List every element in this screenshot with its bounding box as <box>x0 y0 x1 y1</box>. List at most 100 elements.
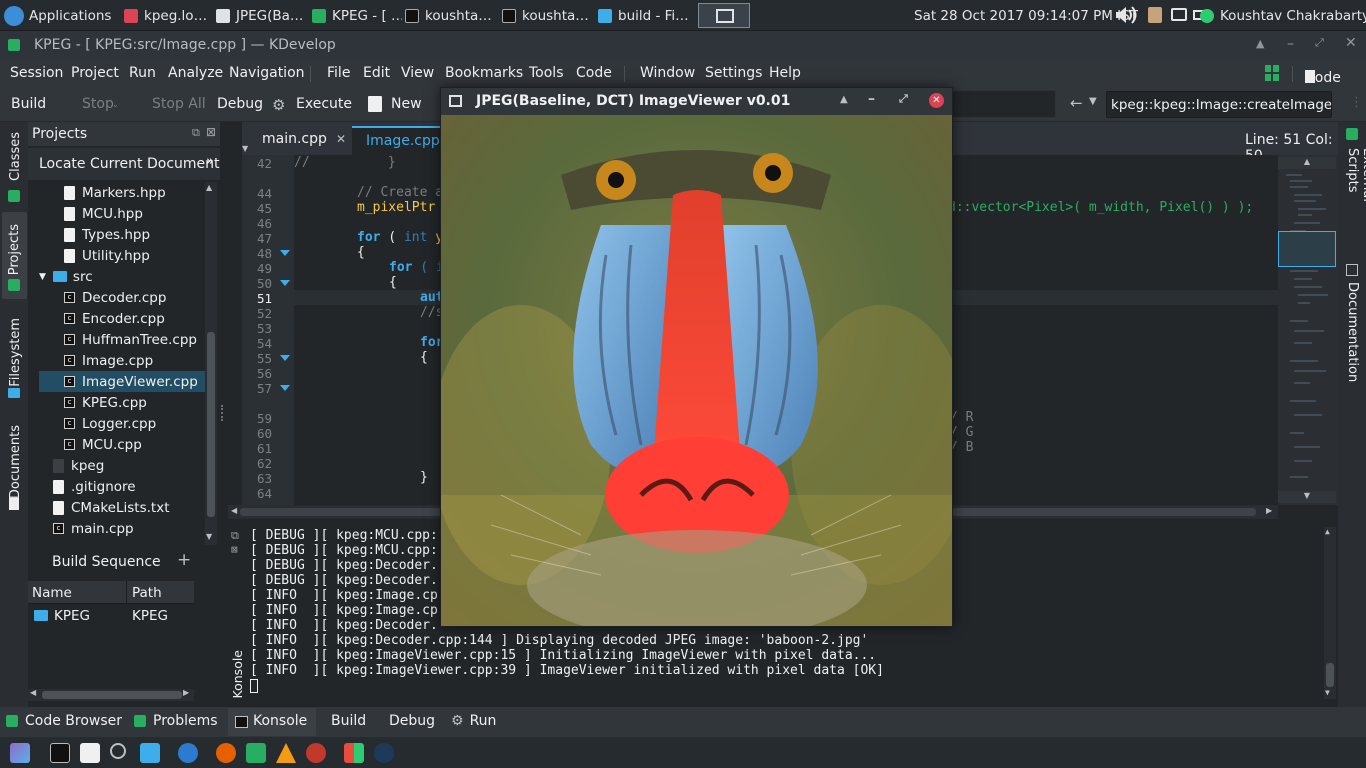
maximize-icon[interactable]: ⤢ <box>1315 36 1324 50</box>
tree-item[interactable]: c KPEG.cpp <box>64 392 147 413</box>
task-file-manager[interactable]: build - Fi… <box>598 5 690 27</box>
fold-arrow-icon[interactable] <box>280 280 290 286</box>
tree-item[interactable]: Utility.hpp <box>64 245 150 266</box>
float-panel-icon[interactable]: ⧉ <box>231 529 239 543</box>
column-path[interactable]: Path <box>132 585 162 601</box>
applications-menu[interactable]: Applications <box>4 5 111 27</box>
horizontal-scrollbar[interactable]: ◀ ▶ <box>28 688 194 701</box>
clipboard-icon[interactable] <box>1148 7 1162 23</box>
scrollbar-thumb[interactable] <box>1326 663 1334 687</box>
task-kdevelop[interactable]: KPEG - [ … <box>312 5 402 27</box>
tree-item[interactable]: kpeg <box>53 455 104 476</box>
close-panel-icon[interactable]: ⊠ <box>231 543 238 556</box>
tree-item[interactable]: c Logger.cpp <box>64 413 156 434</box>
execute-button[interactable]: Execute <box>296 96 352 112</box>
tab-image-cpp[interactable]: Image.cpp <box>352 126 440 155</box>
tool-run[interactable]: ⚙ Run <box>451 713 496 729</box>
menu-window[interactable]: Window <box>640 65 695 81</box>
menu-project[interactable]: Project <box>71 65 119 81</box>
minimize-icon[interactable]: – <box>1287 36 1294 52</box>
mail-icon[interactable] <box>80 743 100 763</box>
menu-navigation[interactable]: Navigation <box>229 65 305 81</box>
keep-above-icon[interactable]: ▲ <box>840 94 848 105</box>
terminal-icon[interactable] <box>50 743 70 763</box>
tree-item[interactable]: c Encoder.cpp <box>64 308 165 329</box>
image-viewer-window[interactable]: JPEG(Baseline, DCT) ImageViewer v0.01 ▲ … <box>440 87 953 627</box>
tree-item[interactable]: CMakeLists.txt <box>53 497 170 518</box>
scroll-right-icon[interactable]: ▶ <box>1266 506 1272 515</box>
scroll-up-icon[interactable]: ▲ <box>1325 527 1330 536</box>
close-icon[interactable]: ✕ <box>1345 35 1357 51</box>
task-imageviewer[interactable]: JPEG(Ba… <box>216 5 308 27</box>
new-button[interactable]: New <box>391 96 422 112</box>
tab-documents[interactable]: Documents <box>3 420 26 514</box>
history-dropdown-icon[interactable]: ▼ <box>1089 96 1097 107</box>
scrollbar-thumb[interactable] <box>207 332 215 517</box>
vlc-icon[interactable] <box>276 743 296 763</box>
stop-button[interactable]: Stop <box>82 96 114 112</box>
add-icon[interactable]: + <box>177 550 191 570</box>
menu-view[interactable]: View <box>401 65 434 81</box>
console-scrollbar[interactable]: ▲ ▼ <box>1324 527 1336 699</box>
area-switch-icon[interactable] <box>1265 65 1279 81</box>
locate-document-button[interactable]: Locate Current Document » <box>28 148 220 180</box>
tab-filesystem[interactable]: Filesystem <box>3 314 26 404</box>
user-switcher[interactable]: Koushtav Chakrabarty <box>1200 5 1366 27</box>
tool-code-browser[interactable]: Code Browser <box>6 713 122 729</box>
scroll-down-icon[interactable]: ▼ <box>1278 491 1336 503</box>
float-panel-icon[interactable]: ⧉ <box>192 126 200 140</box>
scroll-up-icon[interactable]: ▲ <box>1278 157 1336 169</box>
toolbar-field[interactable] <box>950 90 1056 118</box>
scroll-down-icon[interactable]: ▼ <box>1325 688 1330 697</box>
scrollbar-thumb[interactable] <box>42 691 182 699</box>
tool-debug[interactable]: Debug <box>389 713 435 729</box>
browser-icon[interactable] <box>178 743 198 763</box>
stop-all-button[interactable]: Stop All <box>152 96 206 112</box>
close-panel-icon[interactable]: ⊠ <box>206 125 216 139</box>
tab-external-scripts[interactable]: External Scripts <box>1340 124 1366 244</box>
menu-bookmarks[interactable]: Bookmarks <box>445 65 523 81</box>
tree-item[interactable]: c HuffmanTree.cpp <box>64 329 197 350</box>
build-button[interactable]: Build <box>11 96 46 112</box>
tab-projects[interactable]: Projects <box>2 212 27 299</box>
scroll-left-icon[interactable]: ◀ <box>231 506 237 515</box>
tree-item[interactable]: .gitignore <box>53 476 136 497</box>
maximize-icon[interactable]: ⤢ <box>899 92 908 106</box>
tree-item[interactable]: c Image.cpp <box>64 350 153 371</box>
column-name[interactable]: Name <box>32 585 72 601</box>
menu-settings[interactable]: Settings <box>705 65 762 81</box>
kdevelop-icon[interactable] <box>246 743 266 763</box>
tree-item-selected[interactable]: c ImageViewer.cpp <box>39 371 206 392</box>
splitter-handle[interactable] <box>221 405 224 421</box>
scroll-left-icon[interactable]: ◀ <box>30 688 36 697</box>
tab-main-cpp[interactable]: main.cpp ✕ <box>248 126 352 155</box>
fold-arrow-icon[interactable] <box>280 250 290 256</box>
tab-documentation[interactable]: Documentation <box>1340 262 1364 382</box>
back-arrow-icon[interactable]: ← <box>1070 94 1083 112</box>
scroll-right-icon[interactable]: ▶ <box>183 688 189 697</box>
fold-arrow-icon[interactable] <box>280 355 290 361</box>
table-row[interactable]: KPEG KPEG <box>28 605 194 627</box>
debug-button[interactable]: Debug <box>217 96 263 112</box>
editor-minimap[interactable]: ▲ ▼ <box>1278 155 1338 505</box>
tree-folder-src[interactable]: ▼ src <box>39 266 93 287</box>
tree-item[interactable]: c main.cpp <box>53 518 134 539</box>
viewer-titlebar[interactable]: JPEG(Baseline, DCT) ImageViewer v0.01 ▲ … <box>441 88 952 115</box>
desktop-pager[interactable] <box>698 3 750 28</box>
close-tab-icon[interactable]: ✕ <box>336 132 346 146</box>
menu-session[interactable]: Session <box>10 65 63 81</box>
fold-arrow-icon[interactable] <box>280 385 290 391</box>
clock[interactable]: Sat 28 Oct 2017 09:14:07 PM IST <box>914 5 1138 27</box>
tree-item[interactable]: Types.hpp <box>64 224 150 245</box>
toolbar-overflow-icon[interactable]: ⋮ <box>1350 95 1363 110</box>
context-browser-field[interactable]: kpeg::kpeg::Image::createImageFro <box>1106 91 1332 118</box>
search-icon[interactable] <box>110 743 126 759</box>
menu-file[interactable]: File <box>327 65 350 81</box>
close-icon[interactable]: ✕ <box>929 93 944 108</box>
tool-problems[interactable]: Problems <box>134 713 218 729</box>
tree-item[interactable]: Markers.hpp <box>64 182 166 203</box>
tool-build[interactable]: Build <box>331 713 366 729</box>
app-grid-icon[interactable] <box>344 743 364 763</box>
tree-item[interactable]: c MCU.cpp <box>64 434 142 455</box>
keep-above-icon[interactable]: ▲ <box>1256 37 1264 50</box>
